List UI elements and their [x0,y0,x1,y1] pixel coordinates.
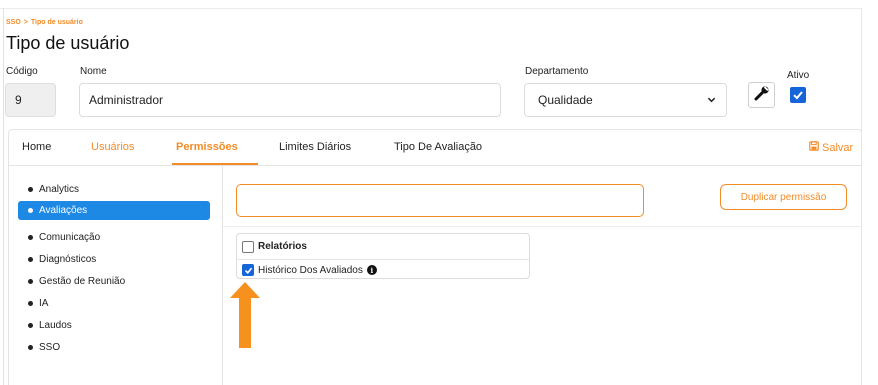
sidebar-item-label: SSO [39,342,61,353]
sidebar-item-label: Comunicação [39,232,101,243]
permission-group-label: Relatórios [258,241,307,252]
wrench-icon [754,85,770,106]
save-label: Salvar [822,141,854,154]
sidebar-item-ia[interactable]: IA [18,294,210,313]
sidebar-item-label: Diagnósticos [39,254,97,265]
sidebar-item-label: Laudos [39,320,72,331]
info-icon[interactable]: i [366,265,377,275]
checkmark-icon [244,267,252,274]
permission-group-card: Relatórios Histórico Dos Avaliados i [236,233,530,279]
chevron-down-icon [707,95,716,106]
arrow-up-icon [230,282,260,348]
tab-limites-diarios[interactable]: Limites Diários [279,141,351,153]
sidebar-item-avaliacoes[interactable]: Avaliações [18,201,210,220]
breadcrumb-separator: > [23,19,28,26]
duplicate-permission-button[interactable]: Duplicar permissão [720,184,847,210]
sidebar-divider [222,166,223,385]
sidebar-item-label: Gestão de Reunião [39,276,126,287]
sidebar-item-comunicacao[interactable]: Comunicação [18,228,210,247]
sidebar-item-sso[interactable]: SSO [18,338,210,357]
sidebar-item-label: IA [39,298,49,309]
codigo-field: 9 [5,83,56,117]
save-button[interactable]: Salvar [809,141,853,154]
active-tab-indicator [172,163,258,165]
permission-item-label: Histórico Dos Avaliados [258,264,363,276]
permissions-divider [223,226,861,227]
permission-checkbox[interactable] [242,264,254,276]
settings-button[interactable] [748,82,775,108]
permission-item: Histórico Dos Avaliados i [237,261,529,279]
tab-home[interactable]: Home [22,141,51,153]
sidebar-item-analytics[interactable]: Analytics [18,180,210,199]
nome-value: Administrador [89,93,164,107]
page-title: Tipo de usuário [6,33,130,53]
codigo-label: Código [6,66,38,77]
breadcrumb: SSO > Tipo de usuário [6,19,83,26]
permission-search-input[interactable] [236,184,644,217]
window-left-border [3,8,4,385]
window-top-border [0,8,862,9]
tab-tipo-de-avaliacao[interactable]: Tipo De Avaliação [394,141,482,153]
save-icon [809,141,819,154]
bullet-icon [28,187,33,192]
nome-label: Nome [80,66,107,77]
sidebar-item-gestao-de-reuniao[interactable]: Gestão de Reunião [18,272,210,291]
tab-usuarios[interactable]: Usuários [91,141,134,153]
bullet-icon [28,301,33,306]
bullet-icon [28,323,33,328]
bullet-icon [28,345,33,350]
sidebar-item-label: Avaliações [39,205,88,216]
permission-group-header: Relatórios [237,234,529,260]
breadcrumb-root[interactable]: SSO [6,19,21,26]
sidebar-item-label: Analytics [39,184,80,195]
tab-bar: Home Usuários Permissões Limites Diários… [8,129,862,166]
group-checkbox[interactable] [242,240,254,253]
ativo-checkbox[interactable] [790,87,806,103]
sidebar-item-diagnosticos[interactable]: Diagnósticos [18,250,210,269]
nome-input[interactable]: Administrador [79,83,501,117]
departamento-label: Departamento [525,66,589,77]
breadcrumb-current: Tipo de usuário [30,19,83,26]
bullet-icon [28,208,33,213]
departamento-value: Qualidade [538,93,593,107]
tab-permissoes[interactable]: Permissões [176,141,238,153]
sidebar-item-laudos[interactable]: Laudos [18,316,210,335]
bullet-icon [28,279,33,284]
bullet-icon [28,257,33,262]
departamento-select[interactable]: Qualidade [524,83,727,117]
checkmark-icon [793,91,803,100]
ativo-label: Ativo [787,70,810,81]
codigo-value: 9 [15,93,22,107]
bullet-icon [28,235,33,240]
